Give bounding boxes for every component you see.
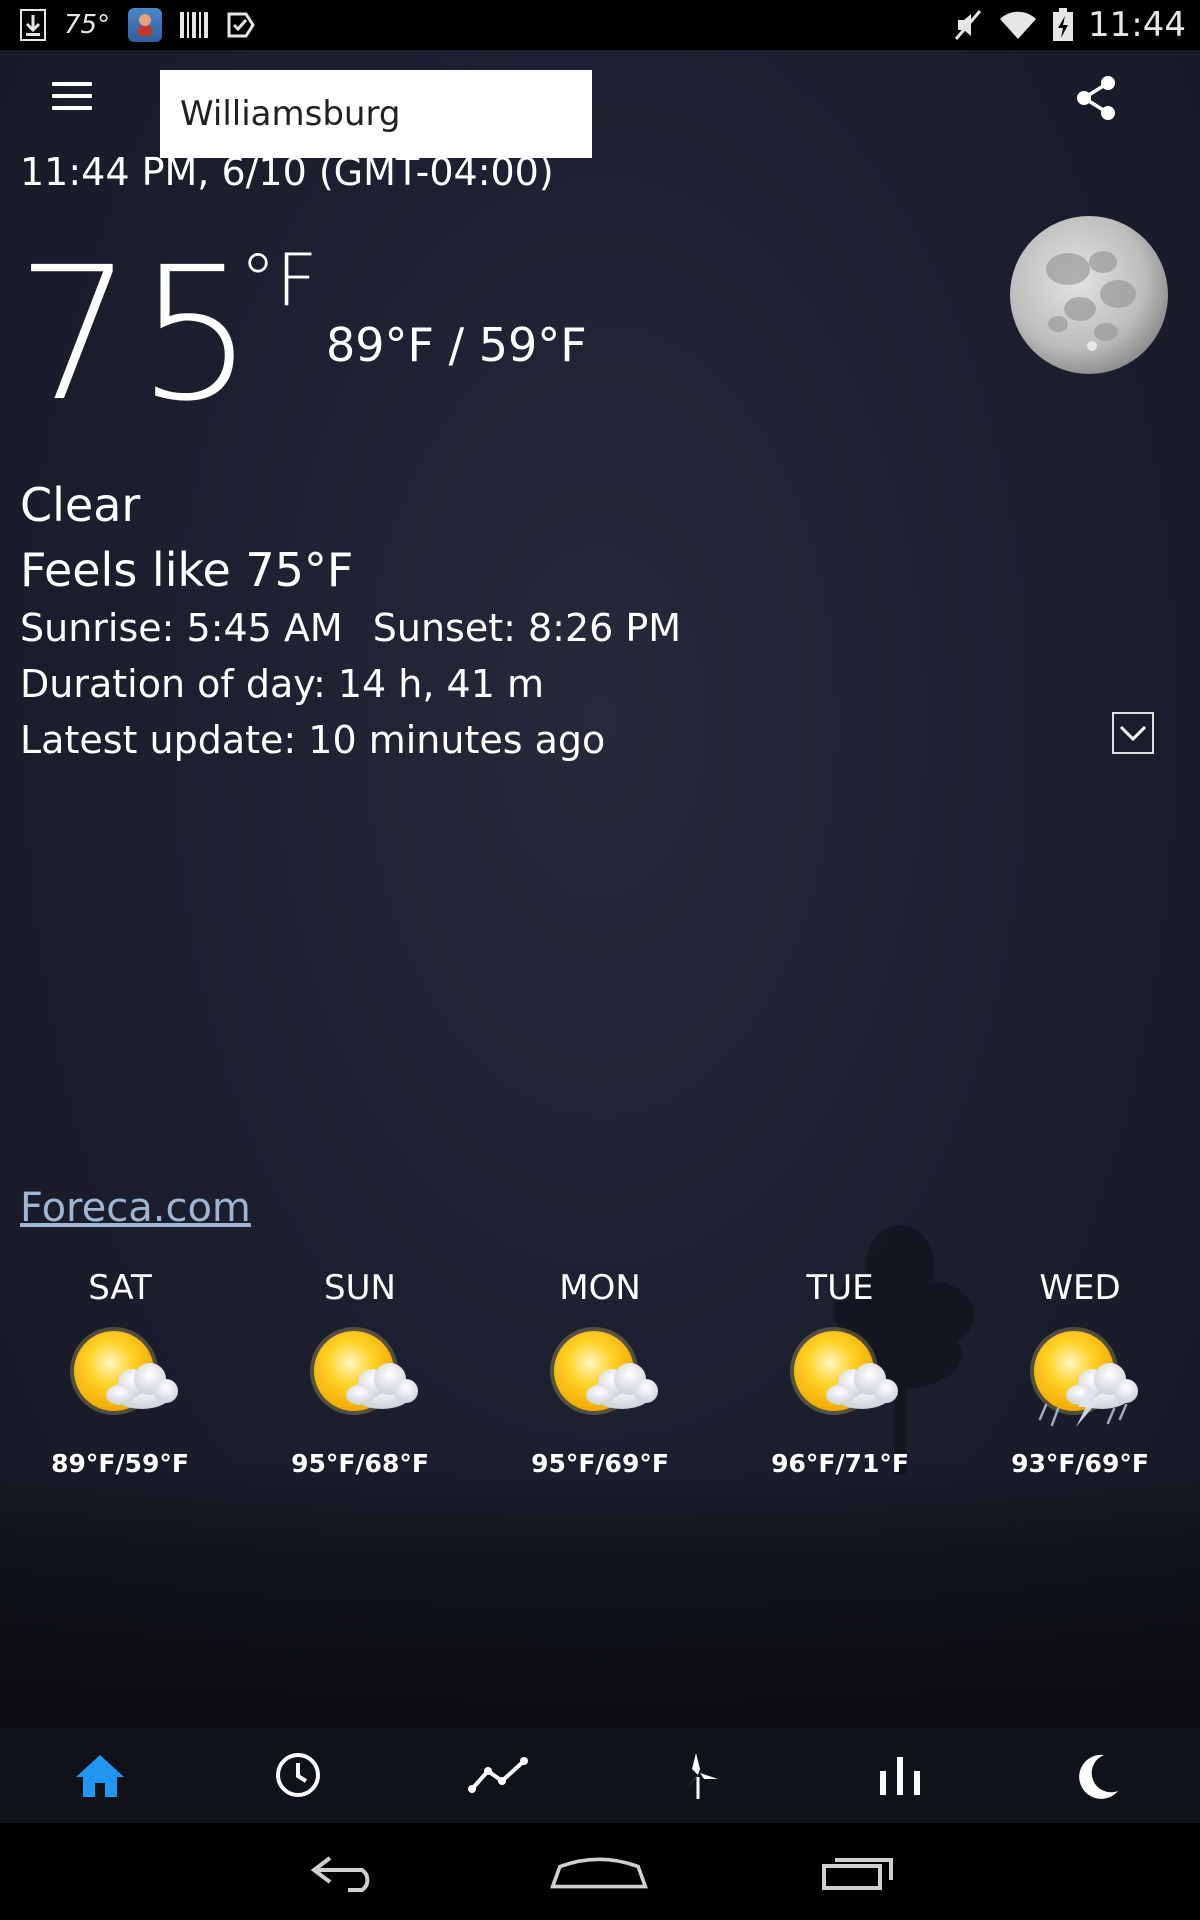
bottom-tab-bar xyxy=(0,1728,1200,1823)
forecast-day[interactable]: TUE 96°F/71°F xyxy=(720,1265,960,1478)
latest-update-text: Latest update: 10 minutes ago xyxy=(20,718,606,762)
forecast-day-name: WED xyxy=(1039,1268,1121,1308)
tab-stats[interactable] xyxy=(860,1742,940,1808)
foreca-link[interactable]: Foreca.com xyxy=(20,1185,251,1231)
partly-cloudy-icon xyxy=(310,1327,418,1415)
home-outline-icon xyxy=(550,1857,648,1889)
high-low-temperature: 89°F / 59°F xyxy=(326,318,587,372)
clock-icon xyxy=(276,1753,320,1797)
chevron-down-icon xyxy=(1119,725,1147,742)
forecast-day-name: SAT xyxy=(88,1268,152,1308)
mute-icon xyxy=(954,10,982,40)
day-duration-text: Duration of day: 14 h, 41 m xyxy=(20,662,544,706)
status-temperature: 75° xyxy=(64,10,111,40)
tab-night[interactable] xyxy=(1058,1742,1138,1808)
barcode-icon xyxy=(180,12,209,38)
forecast-temp-range: 89°F/59°F xyxy=(51,1449,189,1478)
back-icon xyxy=(310,1856,370,1892)
partly-cloudy-icon xyxy=(790,1327,898,1415)
condition-text: Clear xyxy=(20,478,141,532)
menu-line xyxy=(52,82,92,86)
tab-wind[interactable] xyxy=(660,1742,740,1808)
menu-line xyxy=(52,94,92,98)
temperature-unit[interactable]: °F xyxy=(240,240,317,320)
forecast-day[interactable]: MON 95°F/69°F xyxy=(480,1265,720,1478)
share-icon[interactable] xyxy=(1070,72,1122,124)
forecast-day[interactable]: SAT 89°F/59°F xyxy=(0,1265,240,1478)
location-input[interactable] xyxy=(160,70,592,158)
forecast-day[interactable]: WED 93°F/69°F xyxy=(960,1265,1200,1478)
forecast-day-name: TUE xyxy=(806,1268,874,1308)
menu-line xyxy=(52,106,92,110)
forecast-temp-range: 95°F/69°F xyxy=(531,1449,669,1478)
status-time: 11:44 xyxy=(1088,5,1186,45)
app-notification-icon xyxy=(128,8,163,42)
forecast-temp-range: 95°F/68°F xyxy=(291,1449,429,1478)
forecast-temp-range: 96°F/71°F xyxy=(771,1449,909,1478)
background-ground xyxy=(0,1460,1200,1728)
wind-turbine-icon xyxy=(686,1753,718,1799)
feels-like-text: Feels like 75°F xyxy=(20,543,354,597)
recent-apps-icon xyxy=(822,1858,893,1890)
partly-cloudy-icon xyxy=(70,1327,178,1415)
menu-button[interactable] xyxy=(40,70,104,122)
system-nav-bar xyxy=(0,1823,1200,1920)
tab-hourly[interactable] xyxy=(258,1742,338,1808)
home-icon xyxy=(76,1755,124,1797)
sunset-text: Sunset: 8:26 PM xyxy=(372,606,682,650)
forecast-temp-range: 93°F/69°F xyxy=(1011,1449,1149,1478)
moon-icon xyxy=(1010,216,1168,374)
tab-trend[interactable] xyxy=(458,1742,538,1808)
line-chart-icon xyxy=(468,1757,528,1793)
sunrise-text: Sunrise: 5:45 AM xyxy=(20,606,343,650)
battery-icon xyxy=(1053,8,1074,41)
tab-home[interactable] xyxy=(60,1742,140,1808)
forecast-day[interactable]: SUN 95°F/68°F xyxy=(240,1265,480,1478)
bar-chart-icon xyxy=(880,1757,920,1795)
download-icon xyxy=(20,9,46,41)
wifi-icon xyxy=(1000,11,1037,39)
daily-forecast: SAT 89°F/59°F SUN 95°F/68°F MON 95°F/69°… xyxy=(0,1265,1200,1495)
local-datetime: 11:44 PM, 6/10 (GMT-04:00) xyxy=(20,150,554,194)
recents-button[interactable] xyxy=(808,1845,908,1899)
current-temperature: 75 xyxy=(16,228,259,442)
play-store-icon xyxy=(227,12,255,38)
forecast-day-name: SUN xyxy=(324,1268,396,1308)
moon-icon xyxy=(1079,1754,1118,1799)
expand-details-button[interactable] xyxy=(1112,712,1154,754)
back-button[interactable] xyxy=(293,1845,393,1899)
status-bar: 75° 11:44 xyxy=(0,0,1200,50)
forecast-day-name: MON xyxy=(559,1268,641,1308)
home-nav-button[interactable] xyxy=(549,1845,649,1899)
thunderstorm-icon xyxy=(1030,1327,1138,1427)
partly-cloudy-icon xyxy=(550,1327,658,1415)
sun-times: Sunrise: 5:45 AM Sunset: 8:26 PM xyxy=(20,606,681,650)
